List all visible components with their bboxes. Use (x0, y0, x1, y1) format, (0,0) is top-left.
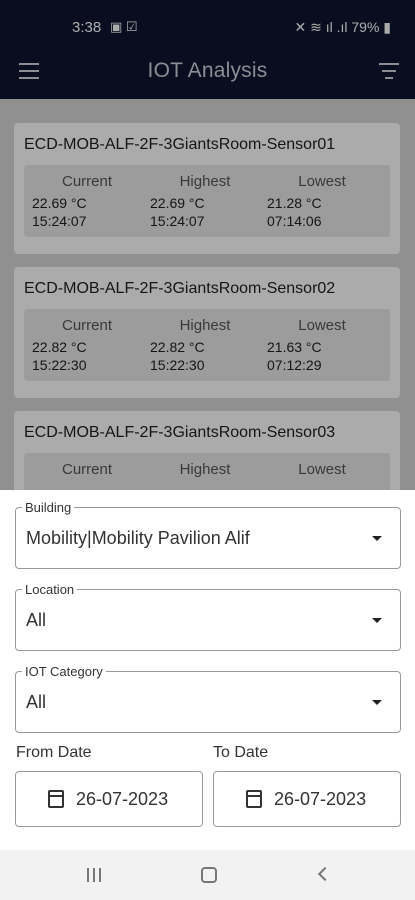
to-date-picker[interactable]: 26-07-2023 (213, 771, 401, 827)
iot-category-label: IOT Category (22, 664, 106, 679)
building-value: Mobility|Mobility Pavilion Alif (26, 528, 250, 548)
dropdown-arrow-icon (372, 536, 382, 541)
from-date-label: From Date (16, 744, 92, 761)
filter-sheet: Building Mobility|Mobility Pavilion Alif… (0, 490, 415, 850)
dropdown-arrow-icon (372, 618, 382, 623)
building-label: Building (22, 500, 75, 515)
recent-apps-icon[interactable] (87, 868, 101, 882)
system-nav-bar (0, 850, 415, 900)
iot-category-value: All (26, 692, 47, 712)
to-date-value: 26-07-2023 (274, 789, 367, 809)
location-value: All (26, 610, 47, 630)
from-date-picker[interactable]: 26-07-2023 (15, 771, 203, 827)
dropdown-arrow-icon (372, 700, 382, 705)
location-select[interactable]: Location All (15, 582, 401, 651)
back-icon[interactable] (317, 866, 333, 882)
home-icon[interactable] (201, 867, 217, 883)
building-select[interactable]: Building Mobility|Mobility Pavilion Alif (15, 500, 401, 569)
location-label: Location (22, 582, 78, 597)
from-date-value: 26-07-2023 (76, 789, 169, 809)
iot-category-select[interactable]: IOT Category All (15, 664, 401, 733)
calendar-icon (246, 790, 262, 808)
calendar-icon (48, 790, 64, 808)
to-date-label: To Date (213, 744, 269, 761)
